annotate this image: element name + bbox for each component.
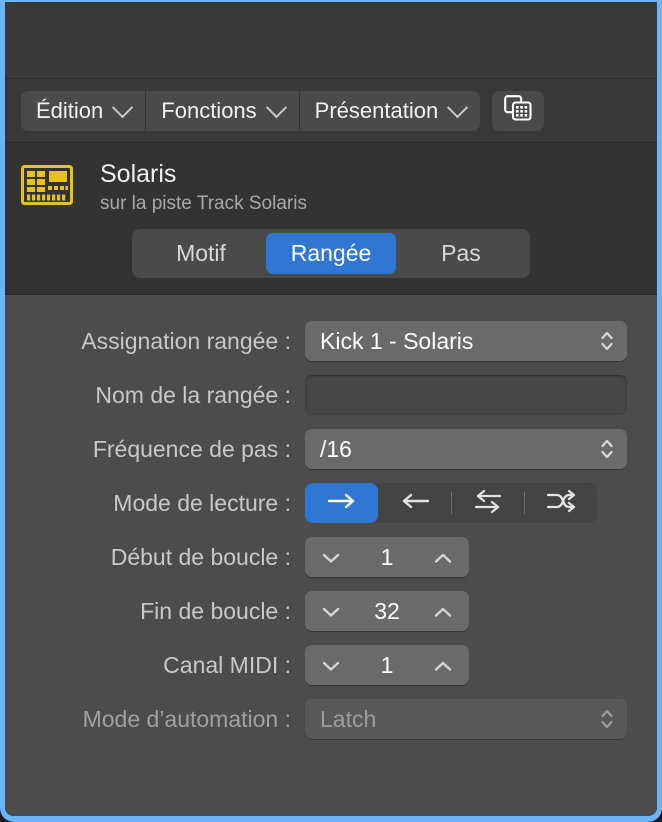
play-mode-random-button[interactable] (524, 483, 597, 523)
row-name-input[interactable] (305, 375, 627, 415)
loop-start-stepper[interactable]: 1 (305, 537, 469, 577)
play-mode-bidirectional-button[interactable] (451, 483, 524, 523)
header-row: Solaris sur la piste Track Solaris (5, 155, 657, 217)
updown-chevrons-icon (600, 436, 614, 462)
menu-button-edition[interactable]: Édition (21, 91, 146, 131)
play-mode-row: Mode de lecture : (5, 483, 657, 523)
loop-start-row: Début de boucle : 1 (5, 537, 657, 577)
bidirectional-arrows-icon (471, 488, 505, 519)
play-mode-forward-button[interactable] (305, 483, 378, 523)
menu-button-group: Édition Fonctions Présentation (21, 91, 480, 131)
chevron-up-icon[interactable] (433, 605, 453, 617)
updown-chevrons-icon (600, 706, 614, 732)
midi-channel-label: Canal MIDI : (5, 652, 305, 679)
loop-end-label: Fin de boucle : (5, 598, 305, 625)
step-rate-popup[interactable]: /16 (305, 429, 627, 469)
midi-channel-value: 1 (341, 652, 433, 679)
play-mode-backward-button[interactable] (378, 483, 451, 523)
row-assignment-value: Kick 1 - Solaris (305, 328, 473, 355)
chevron-down-icon[interactable] (321, 605, 341, 617)
forward-arrow-icon (325, 491, 359, 516)
play-mode-label: Mode de lecture : (5, 490, 305, 517)
tab-bar: Motif Rangée Pas (5, 217, 657, 294)
chevron-down-icon (112, 97, 133, 118)
pattern-grid-button[interactable] (492, 91, 544, 131)
row-assignment-popup[interactable]: Kick 1 - Solaris (305, 321, 627, 361)
row-assignment-label: Assignation rangée : (5, 328, 305, 355)
chevron-down-icon (266, 97, 287, 118)
loop-end-stepper[interactable]: 32 (305, 591, 469, 631)
automation-mode-popup[interactable]: Latch (305, 699, 627, 739)
chevron-up-icon[interactable] (433, 659, 453, 671)
menu-button-edition-label: Édition (36, 98, 103, 124)
toolbar: Édition Fonctions Présentation (5, 79, 657, 143)
menu-button-presentation[interactable]: Présentation (300, 91, 481, 131)
loop-start-label: Début de boucle : (5, 544, 305, 571)
segmented-tabs: Motif Rangée Pas (132, 229, 530, 278)
loop-start-value: 1 (341, 544, 433, 571)
menu-button-presentation-label: Présentation (315, 98, 439, 124)
chevron-down-icon[interactable] (321, 551, 341, 563)
tab-pas[interactable]: Pas (396, 233, 526, 274)
updown-chevrons-icon (600, 328, 614, 354)
window-content: Édition Fonctions Présentation (5, 2, 657, 816)
row-assignment-row: Assignation rangée : Kick 1 - Solaris (5, 321, 657, 361)
menu-button-fonctions-label: Fonctions (161, 98, 256, 124)
row-name-row: Nom de la rangée : (5, 375, 657, 415)
step-rate-value: /16 (305, 436, 352, 463)
pattern-grid-icon (504, 95, 532, 126)
tab-rangee[interactable]: Rangée (266, 233, 396, 274)
loop-end-row: Fin de boucle : 32 (5, 591, 657, 631)
pattern-header: Solaris sur la piste Track Solaris Motif… (5, 143, 657, 295)
step-rate-row: Fréquence de pas : /16 (5, 429, 657, 469)
shuffle-icon (544, 488, 578, 519)
pattern-subtitle: sur la piste Track Solaris (100, 189, 307, 217)
tab-motif[interactable]: Motif (136, 233, 266, 274)
drum-machine-icon (21, 159, 73, 210)
play-mode-segmented-control (305, 483, 597, 523)
midi-channel-stepper[interactable]: 1 (305, 645, 469, 685)
row-name-label: Nom de la rangée : (5, 382, 305, 409)
backward-arrow-icon (398, 491, 432, 516)
chevron-up-icon[interactable] (433, 551, 453, 563)
header-text-block: Solaris sur la piste Track Solaris (73, 159, 307, 217)
pattern-title: Solaris (100, 159, 307, 189)
automation-mode-label: Mode d’automation : (5, 706, 305, 733)
window-title-strip (5, 2, 657, 79)
row-parameters-panel: Assignation rangée : Kick 1 - Solaris No… (5, 295, 657, 816)
midi-channel-row: Canal MIDI : 1 (5, 645, 657, 685)
menu-button-fonctions[interactable]: Fonctions (146, 91, 299, 131)
loop-end-value: 32 (341, 598, 433, 625)
chevron-down-icon (447, 97, 468, 118)
chevron-down-icon[interactable] (321, 659, 341, 671)
automation-mode-value: Latch (305, 706, 376, 733)
step-rate-label: Fréquence de pas : (5, 436, 305, 463)
plugin-window: Édition Fonctions Présentation (0, 0, 662, 822)
automation-mode-row: Mode d’automation : Latch (5, 699, 657, 739)
